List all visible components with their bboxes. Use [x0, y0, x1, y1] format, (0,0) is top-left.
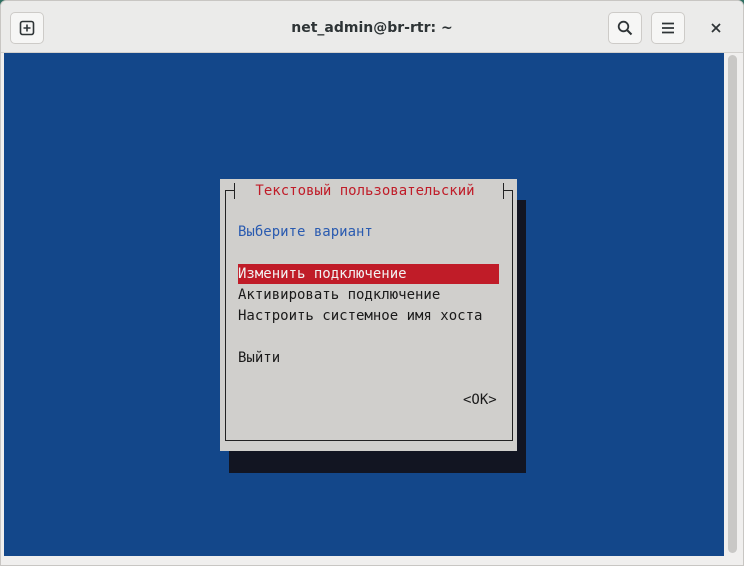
menu-separator	[238, 327, 499, 347]
title-bar: net_admin@br-rtr: ~	[1, 1, 743, 53]
close-icon	[711, 23, 721, 33]
search-icon	[617, 20, 633, 36]
new-tab-button[interactable]	[10, 12, 44, 44]
new-tab-icon	[19, 20, 35, 36]
ok-button[interactable]: <OK>	[463, 390, 497, 410]
hamburger-menu-icon	[662, 22, 674, 34]
scrollbar-thumb[interactable]	[728, 55, 737, 553]
menu-item-edit-connection[interactable]: Изменить подключение	[238, 264, 499, 284]
tui-dialog: Текстовый пользовательский Выберите вари…	[220, 179, 517, 451]
search-button[interactable]	[608, 12, 642, 44]
menu-item-activate-connection[interactable]: Активировать подключение	[238, 285, 499, 305]
scrollbar[interactable]	[724, 53, 741, 556]
dialog-prompt: Выберите вариант	[238, 224, 373, 240]
title-tick-left	[234, 183, 235, 199]
dialog-title: Текстовый пользовательский	[247, 183, 484, 199]
dialog-frame-top-right	[503, 190, 513, 191]
menu-item-quit[interactable]: Выйти	[238, 348, 499, 368]
terminal-window: net_admin@br-rtr: ~ Текстовый пользовате…	[0, 0, 744, 566]
menu-button[interactable]	[651, 12, 685, 44]
menu-item-set-hostname[interactable]: Настроить системное имя хоста	[238, 306, 499, 326]
title-tick-right	[503, 183, 504, 199]
close-button[interactable]	[701, 12, 731, 44]
